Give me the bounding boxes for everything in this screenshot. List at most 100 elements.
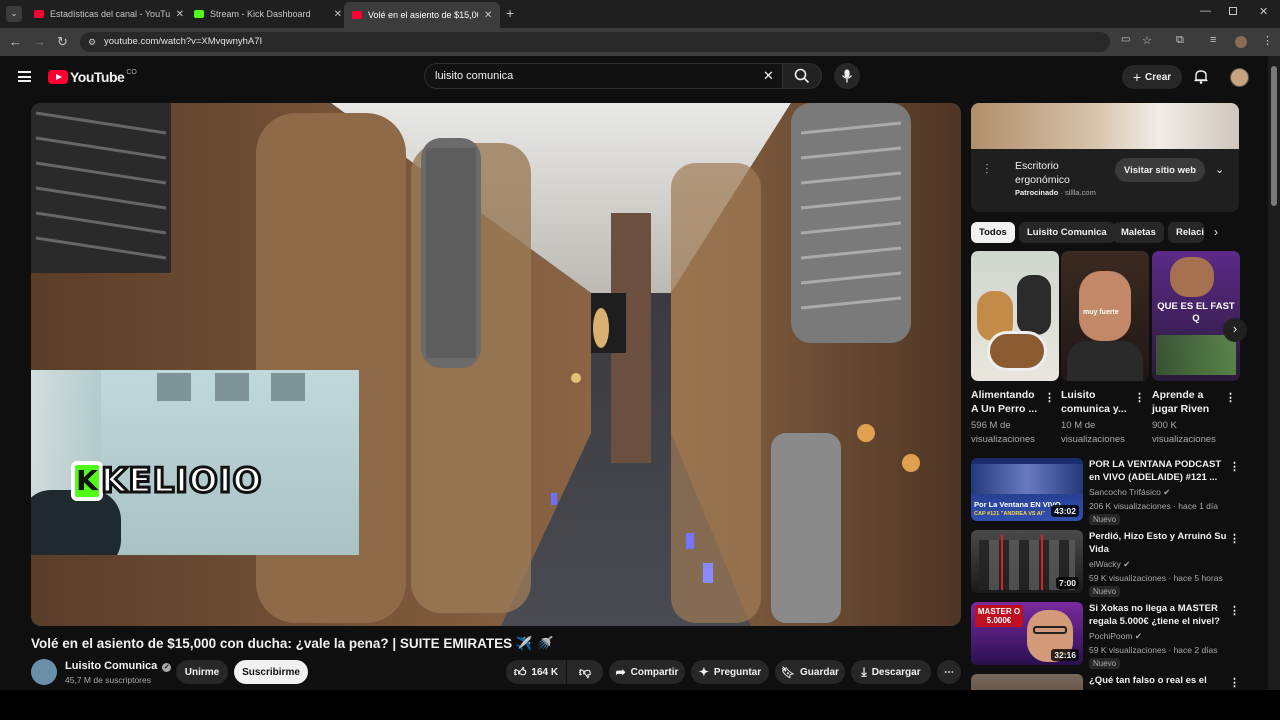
- close-tab-icon[interactable]: ✕: [176, 9, 184, 20]
- short-title: Alimentando A Un Perro ...: [971, 389, 1038, 415]
- hamburger-menu-icon[interactable]: [18, 71, 31, 82]
- create-button[interactable]: + Crear: [1122, 65, 1182, 89]
- short-card[interactable]: Alimentando A Un Perro ... 596 M de visu…: [971, 251, 1059, 447]
- list-item[interactable]: MASTER O 5.000€ 32:16 Si Xokas no llega …: [971, 602, 1251, 669]
- close-tab-icon[interactable]: ✕: [334, 9, 342, 20]
- restore-icon[interactable]: [1229, 7, 1237, 15]
- more-vertical-icon[interactable]: ⋮: [1044, 391, 1055, 404]
- more-vertical-icon[interactable]: ⋮: [1229, 532, 1240, 545]
- tab-search-icon[interactable]: ⌄: [6, 6, 22, 22]
- page-scrollbar[interactable]: [1268, 56, 1280, 690]
- download-icon: ⤓: [861, 664, 867, 679]
- clear-search-icon[interactable]: ✕: [763, 64, 774, 88]
- browser-tab[interactable]: Stream - Kick Dashboard ✕: [186, 4, 342, 24]
- tab-label: Stream - Kick Dashboard: [210, 9, 311, 19]
- new-tab-icon[interactable]: +: [506, 5, 514, 21]
- chevron-right-icon: ›: [1232, 321, 1238, 336]
- short-thumbnail: [971, 251, 1059, 381]
- video-player[interactable]: K KELIOIO: [31, 103, 961, 626]
- video-duration: 32:16: [1051, 649, 1079, 661]
- ask-button[interactable]: ✦ Preguntar: [691, 660, 769, 684]
- wall-frame: [157, 373, 191, 401]
- channel-name[interactable]: Luisito Comunica ✓: [65, 660, 172, 672]
- video-title: POR LA VENTANA PODCAST en VIVO (ADELAIDE…: [1089, 459, 1222, 483]
- chevron-right-icon[interactable]: ›: [1214, 225, 1218, 239]
- like-button[interactable]: 👍︎ 164 K: [506, 660, 566, 684]
- more-vertical-icon[interactable]: ⋮: [1134, 391, 1145, 404]
- game-scene: [1156, 335, 1236, 375]
- more-vertical-icon[interactable]: ⋮: [1229, 460, 1240, 473]
- notifications-bell-icon[interactable]: [1194, 69, 1208, 84]
- browser-tab-bar: ⌄ Estadísticas del canal - YouTube ✕ Str…: [0, 0, 1280, 28]
- short-card[interactable]: QUE ES EL FAST Q Aprende a jugar Riven 9…: [1152, 251, 1240, 447]
- forward-icon[interactable]: →: [33, 34, 46, 49]
- youtube-logo[interactable]: YouTube CO: [48, 69, 137, 85]
- list-item[interactable]: Por La Ventana EN VIVO CAP #121 "ANDREA …: [971, 458, 1251, 525]
- account-avatar[interactable]: [1230, 68, 1249, 87]
- share-button[interactable]: ➦ Compartir: [609, 660, 685, 684]
- download-button[interactable]: ⤓ Descargar: [851, 660, 931, 684]
- thumbs-down-icon: 👎︎: [578, 664, 592, 679]
- subscribe-button[interactable]: Suscribirme: [234, 660, 308, 684]
- reading-list-icon[interactable]: ≡: [1210, 34, 1216, 46]
- visit-site-label: Visitar sitio web: [1123, 164, 1197, 176]
- kick-favicon-icon: [194, 10, 204, 18]
- minimize-icon[interactable]: —: [1200, 5, 1211, 17]
- chevron-down-icon[interactable]: ⌄: [1215, 163, 1224, 176]
- site-info-icon[interactable]: ⚙: [88, 32, 96, 52]
- more-vertical-icon[interactable]: ⋮: [1229, 676, 1240, 689]
- short-overlay-text: QUE ES EL FAST Q: [1157, 301, 1235, 324]
- more-actions-button[interactable]: ⋯: [937, 660, 961, 684]
- browser-menu-icon[interactable]: ⋮: [1262, 34, 1273, 47]
- browser-tab[interactable]: Estadísticas del canal - YouTube ✕: [26, 4, 184, 24]
- back-icon[interactable]: ←: [9, 34, 22, 49]
- list-item[interactable]: 7:00 Perdió, Hizo Esto y Arruinó Su Vida…: [971, 530, 1251, 597]
- bookmark-star-icon[interactable]: ☆: [1142, 34, 1152, 47]
- close-window-icon[interactable]: ✕: [1259, 5, 1268, 18]
- channel-text: Sancocho Trifásico: [1089, 487, 1161, 497]
- save-button[interactable]: 🔖︎ Guardar: [775, 660, 845, 684]
- reload-icon[interactable]: ↻: [57, 34, 68, 50]
- glasses-shape: [1033, 626, 1067, 634]
- chip-maletas[interactable]: Maletas: [1113, 222, 1164, 243]
- shirt-shape: [1067, 341, 1143, 381]
- close-tab-icon[interactable]: ✕: [484, 10, 492, 21]
- more-vertical-icon[interactable]: ⋮: [1229, 604, 1240, 617]
- browser-tab-active[interactable]: Volé en el asiento de $15,000 con ducha:…: [344, 2, 500, 28]
- cast-icon[interactable]: ▭: [1121, 34, 1130, 45]
- thumbs-up-icon: 👍︎: [513, 664, 527, 679]
- video-duration: 7:00: [1055, 577, 1079, 589]
- search-button[interactable]: [782, 63, 822, 89]
- search-input[interactable]: luisito comunica ✕: [424, 63, 784, 89]
- video-meta: 59 K visualizaciones · hace 2 días: [1089, 645, 1218, 655]
- more-horizontal-icon: ⋯: [944, 666, 954, 678]
- dislike-button[interactable]: 👎︎: [567, 660, 603, 684]
- short-card[interactable]: muy fuerte Luisito comunica y... 10 M de…: [1061, 251, 1149, 447]
- verified-icon: ✔: [1163, 487, 1171, 497]
- like-count: 164 K: [531, 666, 559, 678]
- save-label: Guardar: [800, 666, 839, 678]
- search-query: luisito comunica: [435, 70, 514, 82]
- voice-search-button[interactable]: [834, 63, 860, 89]
- ad-card[interactable]: ⫶ Escritorio ergonómico Patrocinado · si…: [971, 103, 1239, 212]
- chip-luisito[interactable]: Luisito Comunica: [1019, 222, 1115, 243]
- profile-avatar-icon[interactable]: [1235, 36, 1247, 48]
- sparkle-icon: ✦: [698, 665, 709, 679]
- more-vertical-icon[interactable]: ⋮: [1225, 391, 1236, 404]
- join-button[interactable]: Unirme: [176, 660, 228, 684]
- address-bar[interactable]: ⚙ youtube.com/watch?v=XMvqwnyhA7I: [80, 32, 1110, 52]
- ad-domain: sillla.com: [1065, 188, 1096, 197]
- scrollbar-thumb[interactable]: [1271, 66, 1277, 206]
- extensions-icon[interactable]: ⧉: [1176, 34, 1184, 47]
- channel-avatar[interactable]: [31, 659, 57, 685]
- chip-label: Maletas: [1121, 227, 1156, 238]
- share-arrow-icon: ➦: [615, 665, 626, 679]
- list-item[interactable]: ¿Qué tan falso o real es el ⋮: [971, 674, 1251, 690]
- visit-site-button[interactable]: Visitar sitio web: [1115, 158, 1205, 182]
- new-badge: Nuevo: [1089, 658, 1121, 669]
- chip-relacionados[interactable]: Relacionados: [1168, 222, 1204, 243]
- shorts-next-button[interactable]: ›: [1223, 318, 1247, 342]
- chip-todos[interactable]: Todos: [971, 222, 1015, 243]
- streamer-shape: [1170, 257, 1214, 297]
- crowd-shape: [971, 464, 1083, 494]
